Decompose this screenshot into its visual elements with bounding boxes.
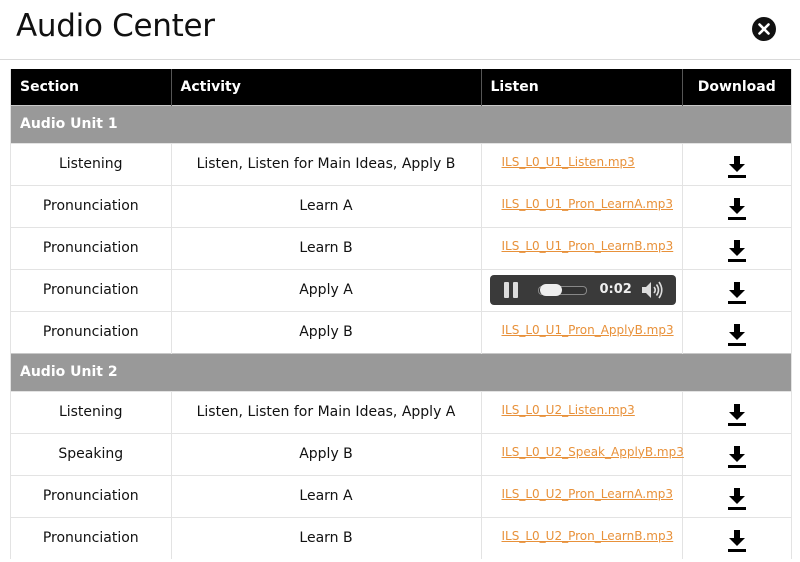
download-cell — [682, 390, 791, 433]
mp3-link[interactable]: ILS_L0_U1_Pron_ApplyB.mp3 — [502, 323, 674, 337]
download-cell — [682, 474, 791, 517]
listen-cell: ILS_L0_U1_Pron_LearnB.mp3 — [481, 226, 683, 269]
activity-cell: Learn B — [171, 226, 482, 269]
table-header-row: Section Activity Listen Download — [11, 69, 791, 105]
download-icon — [727, 324, 746, 346]
volume-button[interactable] — [641, 281, 663, 299]
download-button[interactable] — [727, 487, 747, 515]
column-header-activity: Activity — [171, 69, 482, 105]
close-icon — [758, 23, 770, 35]
column-header-listen: Listen — [481, 69, 683, 105]
listen-cell: ILS_L0_U2_Pron_LearnB.mp3 — [481, 516, 683, 559]
download-icon — [727, 156, 746, 178]
section-cell: Pronunciation — [11, 310, 172, 353]
table-row: Listening Listen, Listen for Main Ideas, … — [11, 390, 791, 433]
group-title: Audio Unit 1 — [11, 104, 791, 143]
listen-cell: ILS_L0_U1_Pron_ApplyB.mp3 — [481, 310, 683, 353]
download-button[interactable] — [727, 239, 747, 267]
table-row: Pronunciation Apply A 0:02 — [11, 268, 791, 311]
mp3-link[interactable]: ILS_L0_U1_Pron_LearnB.mp3 — [502, 239, 674, 253]
section-cell: Listening — [11, 390, 172, 433]
activity-cell: Apply A — [171, 268, 482, 311]
table-row: Pronunciation Learn B ILS_L0_U1_Pron_Learn… — [11, 226, 791, 269]
table-row: Listening Listen, Listen for Main Ideas, … — [11, 142, 791, 185]
section-cell: Speaking — [11, 432, 172, 475]
mp3-link[interactable]: ILS_L0_U2_Listen.mp3 — [502, 403, 635, 417]
download-cell — [682, 226, 791, 269]
playback-time: 0:02 — [599, 281, 632, 297]
download-button[interactable] — [727, 403, 747, 431]
listen-cell: ILS_L0_U1_Pron_LearnA.mp3 — [481, 184, 683, 227]
column-header-download: Download — [682, 69, 791, 105]
download-cell — [682, 516, 791, 559]
listen-cell: ILS_L0_U2_Listen.mp3 — [481, 390, 683, 433]
download-cell — [682, 142, 791, 185]
activity-cell: Listen, Listen for Main Ideas, Apply B — [171, 142, 482, 185]
download-cell — [682, 310, 791, 353]
activity-cell: Learn A — [171, 184, 482, 227]
download-cell — [682, 184, 791, 227]
download-button[interactable] — [727, 323, 747, 351]
section-cell: Pronunciation — [11, 268, 172, 311]
close-button[interactable] — [752, 17, 776, 41]
table-row: Speaking Apply B ILS_L0_U2_Speak_ApplyB.mp… — [11, 432, 791, 475]
listen-cell: ILS_L0_U1_Listen.mp3 — [481, 142, 683, 185]
table-row: Pronunciation Learn A ILS_L0_U1_Pron_Learn… — [11, 184, 791, 227]
activity-cell: Learn A — [171, 474, 482, 517]
download-button[interactable] — [727, 155, 747, 183]
section-cell: Pronunciation — [11, 226, 172, 269]
table-row: Pronunciation Apply B ILS_L0_U1_Pron_Apply… — [11, 310, 791, 353]
column-header-section: Section — [11, 69, 172, 105]
download-icon — [727, 488, 746, 510]
download-icon — [727, 404, 746, 426]
pause-button[interactable] — [503, 281, 520, 298]
activity-cell: Apply B — [171, 432, 482, 475]
download-cell — [682, 432, 791, 475]
mp3-link[interactable]: ILS_L0_U2_Speak_ApplyB.mp3 — [502, 445, 684, 459]
audio-table: Section Activity Listen Download Audio U… — [10, 69, 792, 559]
table-row: Pronunciation Learn A ILS_L0_U2_Pron_Learn… — [11, 474, 791, 517]
volume-icon — [641, 281, 663, 298]
group-title: Audio Unit 2 — [11, 352, 791, 391]
section-cell: Listening — [11, 142, 172, 185]
download-button[interactable] — [727, 197, 747, 225]
section-cell: Pronunciation — [11, 184, 172, 227]
download-button[interactable] — [727, 445, 747, 473]
header: Audio Center — [0, 0, 800, 60]
activity-cell: Apply B — [171, 310, 482, 353]
mp3-link[interactable]: ILS_L0_U1_Listen.mp3 — [502, 155, 635, 169]
activity-cell: Learn B — [171, 516, 482, 559]
page-title: Audio Center — [16, 8, 215, 44]
section-cell: Pronunciation — [11, 474, 172, 517]
mp3-link[interactable]: ILS_L0_U1_Pron_LearnA.mp3 — [502, 197, 674, 211]
listen-cell: ILS_L0_U2_Speak_ApplyB.mp3 — [481, 432, 684, 475]
pause-icon — [503, 281, 509, 298]
progress-handle[interactable] — [539, 283, 562, 296]
mp3-link[interactable]: ILS_L0_U2_Pron_LearnB.mp3 — [502, 529, 674, 543]
table-row: Pronunciation Learn B ILS_L0_U2_Pron_Learn… — [11, 516, 791, 559]
pause-icon — [512, 281, 518, 298]
download-icon — [727, 198, 746, 220]
activity-cell: Listen, Listen for Main Ideas, Apply A — [171, 390, 482, 433]
audio-player: 0:02 — [489, 274, 676, 305]
download-cell — [682, 268, 791, 311]
section-cell: Pronunciation — [11, 516, 172, 559]
mp3-link[interactable]: ILS_L0_U2_Pron_LearnA.mp3 — [502, 487, 674, 501]
download-icon — [727, 446, 746, 468]
group-row: Audio Unit 2 — [11, 352, 791, 391]
group-row: Audio Unit 1 — [11, 104, 791, 143]
download-button[interactable] — [727, 281, 747, 309]
listen-cell: ILS_L0_U2_Pron_LearnA.mp3 — [481, 474, 683, 517]
download-button[interactable] — [727, 529, 747, 557]
download-icon — [727, 240, 746, 262]
download-icon — [727, 282, 746, 304]
download-icon — [727, 530, 746, 553]
listen-cell: 0:02 — [481, 268, 683, 311]
